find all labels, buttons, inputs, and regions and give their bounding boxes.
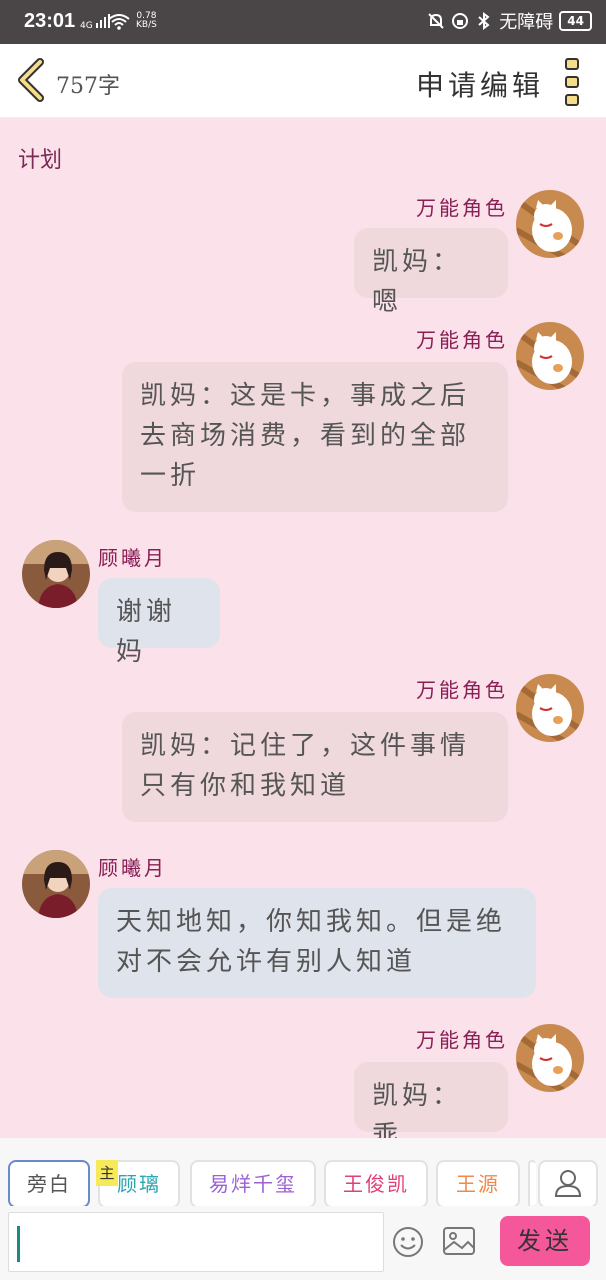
role-label: 易烊千玺 xyxy=(209,1172,297,1196)
user-photo-icon xyxy=(22,540,90,608)
top-bar: 757字 申请编辑 xyxy=(0,44,606,118)
network-indicator: 4G xyxy=(80,14,110,31)
accessibility-text: 无障碍 xyxy=(499,12,554,33)
cat-avatar-icon xyxy=(516,190,584,258)
user-icon xyxy=(554,1170,582,1197)
network-type: 4G xyxy=(80,21,93,31)
more-dot xyxy=(565,58,579,70)
lock-rotation-icon xyxy=(452,13,469,29)
send-button[interactable]: 发送 xyxy=(500,1216,590,1266)
role-label: 顾璃 xyxy=(117,1172,161,1196)
smiley-icon[interactable] xyxy=(392,1226,424,1258)
avatar-cat[interactable] xyxy=(516,322,584,390)
mute-icon xyxy=(428,13,445,29)
message-bubble[interactable]: 谢谢妈 xyxy=(98,578,220,667)
battery-indicator: 44 xyxy=(559,11,592,31)
role-label: 旁白 xyxy=(27,1172,71,1196)
word-count: 757字 xyxy=(56,74,120,99)
status-bar: 23:01 4G 0.78 KB/S 无障碍 44 xyxy=(0,0,606,44)
message-input[interactable] xyxy=(8,1212,384,1272)
message-bubble[interactable]: 凯妈：乖 xyxy=(354,1062,508,1151)
sender-name: 万能角色 xyxy=(416,678,508,702)
chat-area[interactable]: 计划 万能角色 凯妈：嗯 万能角色 凯妈：这是卡，事成之后去商场消费，看到的全部… xyxy=(0,118,606,1151)
cat-avatar-icon xyxy=(516,674,584,742)
message-bubble[interactable]: 凯妈：记住了，这件事情只有你和我知道 xyxy=(122,712,508,822)
image-icon[interactable] xyxy=(442,1224,476,1258)
avatar-cat[interactable] xyxy=(516,190,584,258)
sender-name: 顾曦月 xyxy=(98,856,167,880)
sender-name: 万能角色 xyxy=(416,328,508,352)
avatar-user[interactable] xyxy=(22,850,90,918)
input-bar: 发送 xyxy=(0,1206,606,1280)
role-label: 王源 xyxy=(456,1172,500,1196)
avatar-cat[interactable] xyxy=(516,1024,584,1092)
avatar-user[interactable] xyxy=(22,540,90,608)
text-caret xyxy=(17,1226,20,1262)
role-chip-5[interactable]: 王源 xyxy=(436,1160,520,1208)
cat-avatar-icon xyxy=(516,322,584,390)
avatar-cat[interactable] xyxy=(516,674,584,742)
contacts-button[interactable] xyxy=(538,1160,598,1208)
more-dot xyxy=(565,94,579,106)
role-label: 王俊凯 xyxy=(343,1172,409,1196)
role-chip-overflow[interactable] xyxy=(528,1160,536,1208)
status-time: 23:01 xyxy=(24,10,76,32)
bluetooth-icon xyxy=(478,12,490,30)
cat-avatar-icon xyxy=(516,1024,584,1092)
sender-name: 万能角色 xyxy=(416,196,508,220)
role-chip-4[interactable]: 王俊凯 xyxy=(324,1160,428,1208)
message-bubble[interactable]: 天知地知，你知我知。但是绝对不会允许有别人知道 xyxy=(98,888,536,998)
user-photo-icon xyxy=(22,850,90,918)
main-role-badge: 主 xyxy=(96,1160,118,1186)
back-button[interactable] xyxy=(14,58,48,102)
more-menu-button[interactable] xyxy=(562,58,582,106)
message-bubble[interactable]: 凯妈：这是卡，事成之后去商场消费，看到的全部一折 xyxy=(122,362,508,512)
sender-name: 顾曦月 xyxy=(98,546,167,570)
section-label: 计划 xyxy=(18,148,63,173)
apply-edit-button[interactable]: 申请编辑 xyxy=(416,64,544,104)
role-chip-narrator[interactable]: 旁白 xyxy=(8,1160,90,1208)
role-chip-3[interactable]: 易烊千玺 xyxy=(190,1160,316,1208)
more-dot xyxy=(565,76,579,88)
network-speed: 0.78 KB/S xyxy=(136,12,157,30)
speed-unit: KB/S xyxy=(136,20,157,30)
sender-name: 万能角色 xyxy=(416,1028,508,1052)
status-right: 无障碍 44 xyxy=(427,8,592,34)
wifi-icon xyxy=(108,14,130,30)
message-bubble[interactable]: 凯妈：嗯 xyxy=(354,228,508,317)
